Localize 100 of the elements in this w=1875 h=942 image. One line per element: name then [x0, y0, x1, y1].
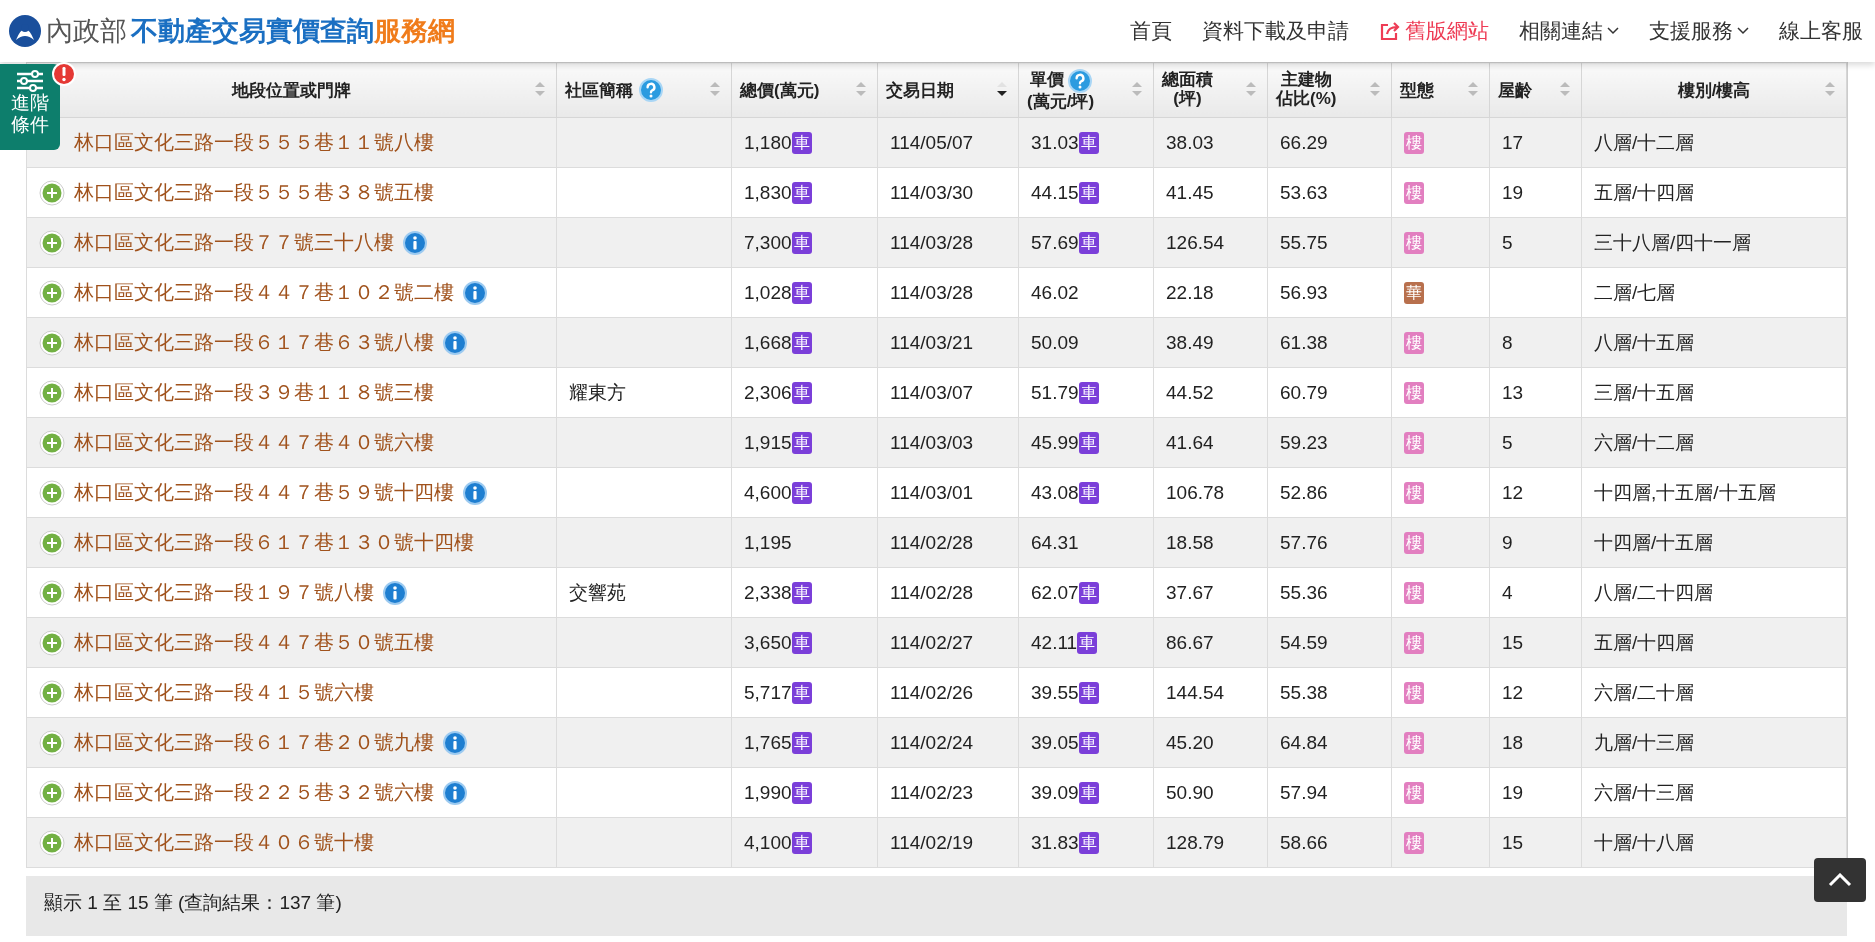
expand-icon[interactable] [39, 529, 65, 556]
total-price: 2,306 [744, 381, 792, 404]
building-type-badge: 樓 [1404, 382, 1424, 404]
sort-icon[interactable] [996, 81, 1008, 97]
floor-info: 八層/二十四層 [1594, 581, 1714, 603]
expand-icon[interactable] [39, 179, 65, 206]
info-icon[interactable] [403, 230, 427, 255]
expand-icon[interactable] [39, 629, 65, 656]
trade-date: 114/03/07 [890, 381, 974, 403]
header-label: 總價(萬元) [740, 79, 820, 102]
trade-date: 114/03/01 [890, 481, 974, 503]
building-age: 13 [1502, 381, 1524, 403]
chevron-up-icon [1828, 873, 1852, 887]
unit-price: 42.11 [1031, 631, 1078, 654]
column-header[interactable]: 樓別/樓高 [1581, 62, 1847, 118]
building-age: 17 [1502, 131, 1524, 153]
info-icon[interactable] [443, 330, 467, 355]
parking-badge: 車 [1078, 781, 1099, 804]
floor-info: 三十八層/四十一層 [1594, 231, 1752, 253]
building-age: 9 [1502, 531, 1513, 553]
parking-badge: 車 [1078, 731, 1099, 754]
column-header[interactable]: 屋齡 [1489, 62, 1582, 118]
parking-badge: 車 [1077, 631, 1098, 654]
column-header[interactable]: 主建物 佔比(%) [1267, 62, 1392, 118]
nav-link[interactable]: 舊版網站 [1379, 17, 1489, 45]
parking-badge: 車 [791, 381, 812, 404]
emblem-icon [8, 14, 42, 48]
unit-price: 31.83 [1031, 831, 1079, 854]
trade-date: 114/02/26 [890, 681, 974, 703]
building-type-badge: 樓 [1404, 732, 1424, 754]
building-type-badge: 華 [1404, 282, 1424, 304]
parking-badge: 車 [791, 431, 812, 454]
trade-date: 114/02/27 [890, 631, 974, 653]
expand-icon[interactable] [39, 729, 65, 756]
nav-menu[interactable]: 相關連結 [1519, 17, 1619, 45]
floor-info: 十四層,十五層/十五層 [1594, 481, 1776, 503]
building-age: 19 [1502, 181, 1524, 203]
parking-badge: 車 [1078, 831, 1099, 854]
parking-badge: 車 [791, 731, 812, 754]
main-building-ratio: 59.23 [1280, 431, 1328, 453]
building-type-badge: 樓 [1404, 432, 1424, 454]
parking-badge: 車 [1078, 581, 1099, 604]
trade-date: 114/02/24 [890, 731, 974, 753]
nav-link[interactable]: 線上客服 [1779, 17, 1863, 45]
total-area: 86.67 [1166, 631, 1214, 653]
expand-icon[interactable] [39, 279, 65, 306]
site-title[interactable]: 不動產交易實價查詢服務網 [131, 13, 455, 49]
nav-menu[interactable]: 支援服務 [1649, 17, 1749, 45]
unit-price: 64.31 [1031, 531, 1079, 554]
header-label: 屋齡 [1498, 79, 1532, 102]
building-age: 5 [1502, 431, 1513, 453]
expand-icon[interactable] [39, 829, 65, 856]
info-icon[interactable] [383, 580, 407, 605]
nav-link[interactable]: 首頁 [1130, 17, 1172, 45]
expand-icon[interactable] [39, 379, 65, 406]
main-building-ratio: 55.38 [1280, 681, 1328, 703]
expand-icon[interactable] [39, 329, 65, 356]
column-header[interactable]: 單價 (萬元/坪) [1018, 62, 1154, 118]
total-price: 1,765 [744, 731, 792, 754]
expand-icon[interactable] [39, 579, 65, 606]
parking-badge: 車 [791, 181, 812, 204]
expand-icon[interactable] [39, 779, 65, 806]
sliders-icon [15, 70, 45, 92]
info-icon[interactable] [463, 280, 487, 305]
parking-badge: 車 [791, 481, 812, 504]
parking-badge: 車 [791, 281, 812, 304]
trade-date: 114/03/28 [890, 231, 974, 253]
total-price: 1,830 [744, 181, 792, 204]
parking-badge: 車 [791, 131, 812, 154]
help-icon[interactable] [1067, 68, 1092, 93]
header-label: 樓別/樓高 [1677, 79, 1751, 102]
nav-link[interactable]: 資料下載及申請 [1202, 17, 1349, 45]
unit-price: 44.15 [1031, 181, 1079, 204]
expand-icon[interactable] [39, 479, 65, 506]
building-age: 8 [1502, 331, 1513, 353]
total-price: 5,717 [744, 681, 792, 704]
expand-icon[interactable] [39, 679, 65, 706]
parking-badge: 車 [1078, 481, 1099, 504]
unit-price: 39.09 [1031, 781, 1079, 804]
info-icon[interactable] [463, 480, 487, 505]
info-icon[interactable] [443, 730, 467, 755]
caret-icon [1607, 27, 1619, 35]
header-label: (萬元/坪) [1027, 92, 1095, 112]
column-header[interactable]: 社區簡稱 [556, 62, 732, 118]
help-icon[interactable] [639, 78, 663, 102]
floor-info: 六層/十二層 [1594, 431, 1695, 453]
info-icon[interactable] [443, 780, 467, 805]
total-area: 50.90 [1166, 781, 1214, 803]
floor-info: 九層/十三層 [1594, 731, 1695, 753]
back-to-top-button[interactable] [1814, 858, 1866, 902]
trade-date: 114/05/07 [890, 131, 974, 153]
advanced-filter-button[interactable]: 進階條件 [0, 64, 60, 150]
column-header[interactable]: 型態 [1391, 62, 1490, 118]
unit-price: 39.55 [1031, 681, 1079, 704]
column-header[interactable]: 總面積 (坪) [1153, 62, 1268, 118]
total-price: 1,028 [744, 281, 792, 304]
expand-icon[interactable] [39, 229, 65, 256]
expand-icon[interactable] [39, 429, 65, 456]
column-header[interactable]: 交易日期 [877, 62, 1019, 118]
column-header[interactable]: 總價(萬元) [731, 62, 878, 118]
